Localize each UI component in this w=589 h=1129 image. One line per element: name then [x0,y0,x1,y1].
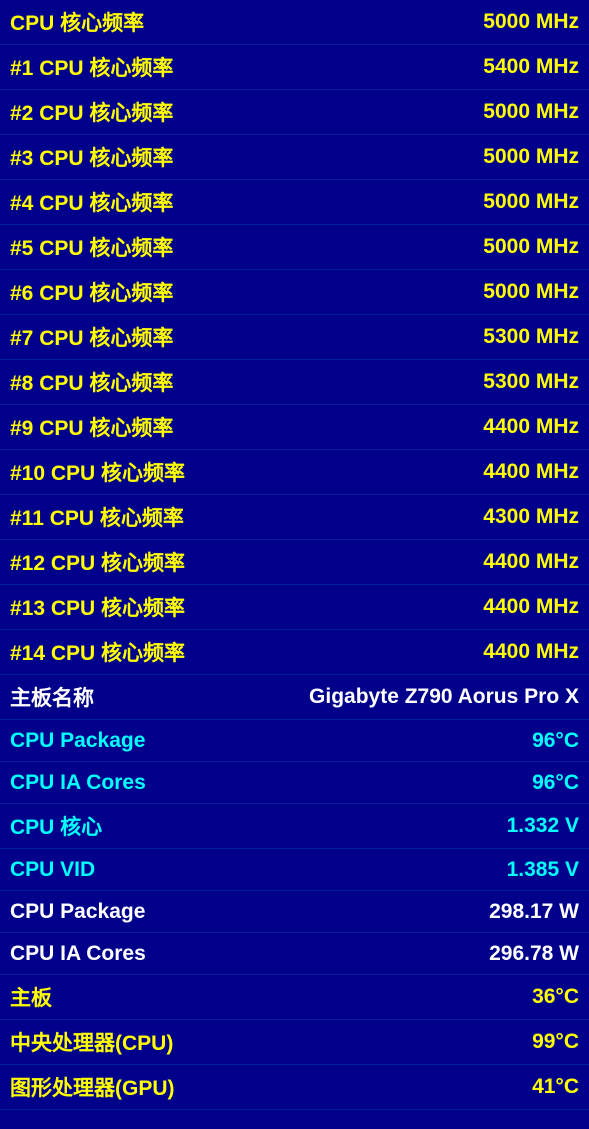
row-cpu-core-freq-2: #2 CPU 核心频率 5000 MHz [0,90,589,135]
label-cpu-core-freq-4: #4 CPU 核心频率 [10,187,173,217]
label-cpu-temp: 中央处理器(CPU) [10,1027,173,1057]
label-gpu-temp: 图形处理器(GPU) [10,1072,175,1102]
row-cpu-ia-cores-power: CPU IA Cores 296.78 W [0,933,589,975]
value-cpu-core-voltage: 1.332 V [507,814,579,838]
value-cpu-package-power: 298.17 W [489,900,579,924]
row-cpu-core-freq-3: #3 CPU 核心频率 5000 MHz [0,135,589,180]
label-motherboard-name: 主板名称 [10,682,94,712]
value-cpu-core-freq-4: 5000 MHz [483,190,579,214]
row-cpu-core-freq-13: #13 CPU 核心频率 4400 MHz [0,585,589,630]
label-cpu-core-freq-2: #2 CPU 核心频率 [10,97,173,127]
label-cpu-core-voltage: CPU 核心 [10,811,102,841]
value-cpu-core-freq-1: 5400 MHz [483,55,579,79]
row-motherboard-name: 主板名称 Gigabyte Z790 Aorus Pro X [0,675,589,720]
value-cpu-core-freq-10: 4400 MHz [483,460,579,484]
label-cpu-core-freq-9: #9 CPU 核心频率 [10,412,173,442]
row-motherboard-temp: 主板 36°C [0,975,589,1020]
row-cpu-core-freq-14: #14 CPU 核心频率 4400 MHz [0,630,589,675]
value-cpu-core-freq-11: 4300 MHz [483,505,579,529]
value-cpu-package-temp: 96°C [532,729,579,753]
value-motherboard-temp: 36°C [532,985,579,1009]
label-cpu-core-freq-3: #3 CPU 核心频率 [10,142,173,172]
label-cpu-package-temp: CPU Package [10,729,145,753]
row-cpu-core-freq-9: #9 CPU 核心频率 4400 MHz [0,405,589,450]
label-cpu-core-freq-14: #14 CPU 核心频率 [10,637,185,667]
row-cpu-core-freq-5: #5 CPU 核心频率 5000 MHz [0,225,589,270]
value-cpu-core-freq-9: 4400 MHz [483,415,579,439]
value-cpu-core-freq-14: 4400 MHz [483,640,579,664]
row-cpu-vid: CPU VID 1.385 V [0,849,589,891]
row-cpu-core-freq-6: #6 CPU 核心频率 5000 MHz [0,270,589,315]
label-cpu-core-freq-12: #12 CPU 核心频率 [10,547,185,577]
row-cpu-temp: 中央处理器(CPU) 99°C [0,1020,589,1065]
row-gpu-temp: 图形处理器(GPU) 41°C [0,1065,589,1110]
label-cpu-core-freq-13: #13 CPU 核心频率 [10,592,185,622]
value-cpu-core-freq-12: 4400 MHz [483,550,579,574]
value-cpu-ia-cores-temp: 96°C [532,771,579,795]
value-cpu-core-freq-7: 5300 MHz [483,325,579,349]
value-cpu-core-freq-6: 5000 MHz [483,280,579,304]
row-cpu-core-voltage: CPU 核心 1.332 V [0,804,589,849]
value-gpu-temp: 41°C [532,1075,579,1099]
row-cpu-core-freq-10: #10 CPU 核心频率 4400 MHz [0,450,589,495]
row-cpu-core-freq-1: #1 CPU 核心频率 5400 MHz [0,45,589,90]
value-cpu-ia-cores-power: 296.78 W [489,942,579,966]
row-cpu-package-power: CPU Package 298.17 W [0,891,589,933]
label-motherboard-temp: 主板 [10,982,52,1012]
label-cpu-core-freq: CPU 核心频率 [10,7,144,37]
row-cpu-core-freq-12: #12 CPU 核心频率 4400 MHz [0,540,589,585]
row-cpu-package-temp: CPU Package 96°C [0,720,589,762]
value-cpu-vid: 1.385 V [507,858,579,882]
label-cpu-core-freq-11: #11 CPU 核心频率 [10,502,184,532]
value-cpu-core-freq: 5000 MHz [483,10,579,34]
value-cpu-core-freq-5: 5000 MHz [483,235,579,259]
value-cpu-core-freq-13: 4400 MHz [483,595,579,619]
row-cpu-core-freq: CPU 核心频率 5000 MHz [0,0,589,45]
value-motherboard-name: Gigabyte Z790 Aorus Pro X [309,685,579,709]
label-cpu-core-freq-10: #10 CPU 核心频率 [10,457,185,487]
value-cpu-temp: 99°C [532,1030,579,1054]
label-cpu-ia-cores-temp: CPU IA Cores [10,771,146,795]
row-cpu-core-freq-8: #8 CPU 核心频率 5300 MHz [0,360,589,405]
main-container: CPU 核心频率 5000 MHz #1 CPU 核心频率 5400 MHz #2 CP… [0,0,589,1110]
label-cpu-ia-cores-power: CPU IA Cores [10,942,146,966]
row-cpu-core-freq-4: #4 CPU 核心频率 5000 MHz [0,180,589,225]
label-cpu-vid: CPU VID [10,858,95,882]
label-cpu-core-freq-8: #8 CPU 核心频率 [10,367,173,397]
label-cpu-core-freq-6: #6 CPU 核心频率 [10,277,173,307]
value-cpu-core-freq-3: 5000 MHz [483,145,579,169]
row-cpu-core-freq-11: #11 CPU 核心频率 4300 MHz [0,495,589,540]
label-cpu-core-freq-5: #5 CPU 核心频率 [10,232,173,262]
value-cpu-core-freq-8: 5300 MHz [483,370,579,394]
label-cpu-package-power: CPU Package [10,900,145,924]
label-cpu-core-freq-1: #1 CPU 核心频率 [10,52,173,82]
value-cpu-core-freq-2: 5000 MHz [483,100,579,124]
row-cpu-ia-cores-temp: CPU IA Cores 96°C [0,762,589,804]
label-cpu-core-freq-7: #7 CPU 核心频率 [10,322,173,352]
row-cpu-core-freq-7: #7 CPU 核心频率 5300 MHz [0,315,589,360]
